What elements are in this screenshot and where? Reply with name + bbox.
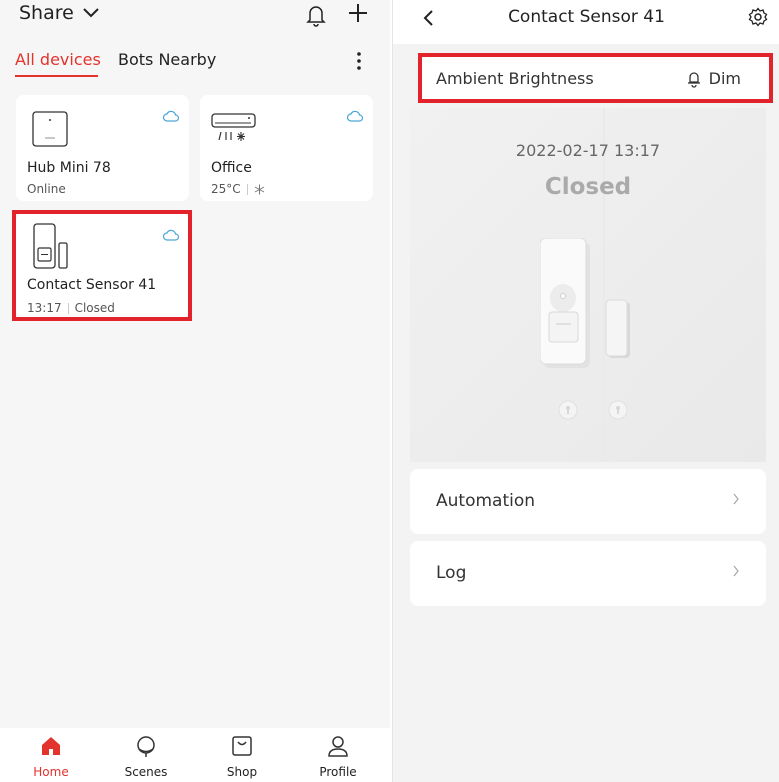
- gear-icon[interactable]: [748, 7, 768, 27]
- bell-icon[interactable]: [305, 3, 327, 27]
- add-icon[interactable]: [347, 2, 369, 24]
- cloud-icon: [163, 110, 180, 122]
- ambient-brightness-value: Dim: [687, 69, 741, 88]
- tab-bots-nearby[interactable]: Bots Nearby: [118, 50, 216, 69]
- log-label: Log: [436, 563, 467, 583]
- divider: [67, 302, 69, 314]
- device-status: 25°C: [211, 182, 265, 196]
- device-name: Hub Mini 78: [27, 160, 111, 176]
- tab-label: Scenes: [124, 765, 168, 779]
- chevron-right-icon: [733, 565, 739, 577]
- tab-label: Home: [33, 765, 69, 779]
- hub-icon: [32, 111, 68, 147]
- ambient-brightness-label: Ambient Brightness: [436, 69, 594, 88]
- device-card-contact-sensor[interactable]: Contact Sensor 41 13:17 Closed: [16, 213, 189, 317]
- top-bar: Share: [0, 0, 390, 40]
- device-tabs: All devices Bots Nearby: [0, 48, 390, 84]
- bottom-tab-bar: Home Scenes Shop Profile: [0, 728, 390, 782]
- log-row[interactable]: Log: [410, 541, 766, 606]
- air-conditioner-icon: [211, 113, 256, 141]
- profile-icon: [328, 736, 348, 757]
- tab-label: Shop: [226, 765, 258, 779]
- temperature-value: 25°C: [211, 182, 241, 196]
- device-detail-panel: Contact Sensor 41 Ambient Brightness Dim…: [392, 0, 779, 782]
- ambient-brightness-row[interactable]: Ambient Brightness Dim: [421, 55, 771, 101]
- brightness-level: Dim: [708, 69, 741, 88]
- cloud-icon: [347, 110, 364, 122]
- cloud-icon: [163, 229, 180, 241]
- keyhole-icon: [608, 400, 628, 420]
- home-icon: [42, 737, 60, 755]
- contact-state: Closed: [544, 174, 632, 200]
- tab-label: Profile: [319, 765, 357, 779]
- device-card-office[interactable]: Office 25°C: [200, 95, 373, 201]
- bulb-icon: [687, 71, 700, 88]
- share-dropdown[interactable]: Share: [19, 2, 100, 24]
- contact-sensor-illustration: [540, 238, 630, 368]
- contact-state: Closed: [74, 301, 115, 315]
- automation-label: Automation: [436, 491, 536, 511]
- last-update-time: 13:17: [27, 301, 62, 315]
- sensor-status-hero: 2022-02-17 13:17 Closed: [410, 108, 766, 462]
- scenes-icon: [137, 736, 155, 757]
- device-card-hub-mini[interactable]: Hub Mini 78 Online: [16, 95, 189, 201]
- device-name: Contact Sensor 41: [27, 277, 157, 293]
- divider: [246, 183, 248, 195]
- more-options-icon[interactable]: [353, 50, 365, 72]
- detail-header: Contact Sensor 41: [393, 0, 779, 44]
- snowflake-icon: [254, 184, 264, 194]
- device-list-panel: Share All devices Bots Nearby Hub Mini 7…: [0, 0, 390, 782]
- device-status: Online: [27, 182, 66, 196]
- shop-icon: [232, 736, 252, 756]
- contact-sensor-icon: [33, 223, 68, 269]
- active-tab-indicator: [15, 75, 98, 77]
- chevron-down-icon: [83, 8, 99, 18]
- automation-row[interactable]: Automation: [410, 469, 766, 534]
- chevron-right-icon: [733, 493, 739, 505]
- device-name: Office: [211, 160, 252, 176]
- device-status: 13:17 Closed: [27, 301, 115, 315]
- keyhole-icon: [558, 400, 578, 420]
- last-update-timestamp: 2022-02-17 13:17: [515, 141, 661, 160]
- page-title: Contact Sensor 41: [508, 7, 665, 27]
- tab-all-devices[interactable]: All devices: [15, 50, 101, 69]
- share-title: Share: [19, 2, 74, 24]
